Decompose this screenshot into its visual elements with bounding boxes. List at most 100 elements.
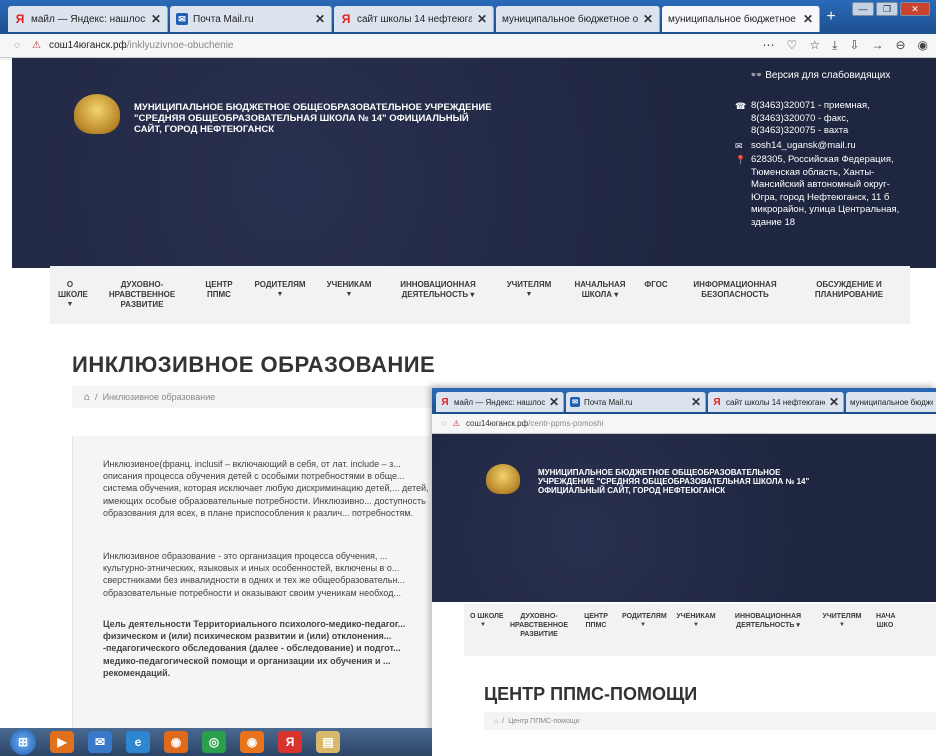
org-name[interactable]: МУНИЦИПАЛЬНОЕ БЮДЖЕТНОЕ ОБЩЕОБРАЗОВАТЕЛЬ…	[134, 102, 494, 135]
site-warning-icon[interactable]: ⚠	[32, 40, 41, 51]
paragraph-3: Цель деятельности Территориального психо…	[103, 619, 406, 678]
caret-down-icon: ▼	[839, 622, 845, 628]
download-icon[interactable]: ⤓	[832, 38, 837, 53]
shield-icon[interactable]: ◌	[14, 40, 26, 51]
chrome-icon[interactable]: ◎	[202, 731, 226, 753]
nav-item-spiritual[interactable]: ДУХОВНО-НРАВСТВЕННОЕ РАЗВИТИЕ	[90, 280, 194, 310]
nav-item-infosec[interactable]: ИНФОРМАЦИОННАЯ БЕЗОПАСНОСТЬ	[676, 280, 794, 300]
bookmark-star-icon[interactable]: ☆	[809, 38, 820, 53]
window2-main-nav: О ШКОЛЕ ▼ ДУХОВНО-НРАВСТВЕННОЕ РАЗВИТИЕ Ц…	[464, 604, 936, 656]
nav-item-about[interactable]: О ШКОЛЕ ▼	[50, 280, 90, 310]
w2-nav-primary[interactable]: НАЧА ШКО	[870, 612, 900, 656]
close-tab-icon[interactable]: ✕	[803, 12, 813, 26]
w2-nav-teachers[interactable]: УЧИТЕЛЯМ ▼	[814, 612, 870, 656]
taskbar: ⊞ ▶ ✉ e ◉ ◎ ◉ Я ▤	[0, 728, 432, 756]
media-player-icon[interactable]: ▶	[50, 731, 74, 753]
start-button[interactable]: ⊞	[10, 729, 36, 755]
w2-nav-about[interactable]: О ШКОЛЕ ▼	[464, 612, 504, 656]
nav-item-discussion[interactable]: ОБСУЖДЕНИЕ И ПЛАНИРОВАНИЕ	[794, 280, 904, 300]
caret-down-icon: ▼	[345, 291, 353, 298]
nav-item-innovation[interactable]: ИННОВАЦИОННАЯ ДЕЯТЕЛЬНОСТЬ ▾	[382, 280, 494, 300]
close-tab-icon[interactable]: ✕	[691, 395, 701, 409]
address-bar[interactable]: ◌ ⚠ сош14юганск.рф/inklyuzivnoe-obucheni…	[0, 34, 936, 58]
w2-nav-ppms[interactable]: ЦЕНТР ППМС	[576, 612, 616, 656]
site-warning-icon[interactable]: ⚠	[453, 419, 460, 428]
more-icon[interactable]: ⋯	[763, 38, 775, 53]
school-emblem-icon[interactable]	[74, 94, 120, 134]
close-tab-icon[interactable]: ✕	[549, 395, 559, 409]
w2-nav-parents[interactable]: РОДИТЕЛЯМ ▼	[616, 612, 670, 656]
mail-icon: ✉	[570, 397, 580, 407]
new-tab-button[interactable]: +	[822, 8, 840, 28]
close-tab-icon[interactable]: ✕	[315, 12, 325, 26]
address-pin-icon: 📍	[735, 155, 747, 165]
nav-item-ppms[interactable]: ЦЕНТР ППМС	[194, 280, 244, 300]
w2-tab-school-page[interactable]: муниципальное бюджетн	[846, 392, 936, 412]
caret-down-icon: ▼	[525, 291, 533, 298]
tab-mail[interactable]: ✉ Почта Mail.ru ✕	[170, 6, 332, 32]
w2-tab-yandex[interactable]: Ямайл — Яндекс: нашлось 29✕	[436, 392, 564, 412]
phones: 8(3463)320071 - приемная, 8(3463)320070 …	[751, 100, 870, 136]
pocket-icon[interactable]: ♡	[787, 38, 798, 53]
school-emblem-icon[interactable]	[486, 464, 520, 494]
caret-down-icon: ▼	[640, 622, 646, 628]
address: 628305, Российская Федерация, Тюменская …	[751, 154, 900, 228]
contacts-block: ☎ 8(3463)320071 - приемная, 8(3463)320070…	[735, 100, 915, 231]
w2-nav-students[interactable]: УЧЕНИКАМ ▼	[670, 612, 722, 656]
nav-item-parents[interactable]: РОДИТЕЛЯМ ▼	[244, 280, 316, 300]
firefox-icon-2[interactable]: ◉	[240, 731, 264, 753]
nav-item-teachers[interactable]: УЧИТЕЛЯМ ▼	[494, 280, 564, 300]
minimize-button[interactable]: —	[852, 2, 874, 16]
home-icon[interactable]: ⌂	[84, 392, 90, 403]
caret-down-icon: ▼	[480, 622, 486, 628]
low-vision-link[interactable]: 👓 Версия для слабовидящих	[750, 70, 890, 81]
shield-icon[interactable]: ◌	[442, 419, 447, 428]
w2-tab-school-search[interactable]: Ясайт школы 14 нефтеюганс ✕	[708, 392, 844, 412]
back-icon[interactable]: ⊖	[895, 38, 905, 53]
email-link[interactable]: sosh14_ugansk@mail.ru	[751, 140, 856, 153]
paragraph-1: Инклюзивное(франц. inclusif – включающий…	[103, 459, 429, 518]
window2-tab-bar: Ямайл — Яндекс: нашлось 29✕ ✉Почта Mail.…	[432, 388, 936, 414]
url-host: сош14юганск.рф	[48, 40, 127, 51]
firefox-icon[interactable]: ◉	[164, 731, 188, 753]
close-tab-icon[interactable]: ✕	[643, 12, 653, 26]
background-window-strip	[0, 60, 12, 730]
tab-school-search[interactable]: Я сайт школы 14 нефтеюганск ✕	[334, 6, 494, 32]
site-header: МУНИЦИПАЛЬНОЕ БЮДЖЕТНОЕ ОБЩЕОБРАЗОВАТЕЛЬ…	[12, 58, 936, 268]
nav-item-students[interactable]: УЧЕНИКАМ ▼	[316, 280, 382, 300]
email-icon: ✉	[735, 140, 743, 151]
yandex-download-icon[interactable]: ⇩	[849, 38, 859, 53]
home-icon[interactable]: ⌂	[494, 718, 498, 725]
window-close-button[interactable]: ✕	[900, 2, 930, 16]
glasses-icon: 👓	[750, 70, 766, 81]
account-icon[interactable]: ◉	[918, 38, 928, 53]
forward-icon[interactable]: →	[871, 38, 883, 53]
window2-address-bar[interactable]: ◌ ⚠ сош14юганск.рф/centr-ppms-pomoshi	[432, 414, 936, 434]
tab-school-page-active[interactable]: муниципальное бюджетное ✕	[662, 6, 820, 32]
w2-tab-mail[interactable]: ✉ Почта Mail.ru ✕	[566, 392, 706, 412]
close-tab-icon[interactable]: ✕	[477, 12, 487, 26]
url-path: /inklyuzivnoe-obuchenie	[126, 40, 234, 51]
w2-nav-spiritual[interactable]: ДУХОВНО-НРАВСТВЕННОЕ РАЗВИТИЕ	[502, 612, 576, 656]
breadcrumb: ⌂ / Инклюзивное образование	[72, 386, 432, 408]
yandex-browser-icon[interactable]: Я	[278, 731, 302, 753]
notepad-icon[interactable]: ▤	[316, 731, 340, 753]
nav-item-primary[interactable]: НАЧАЛЬНАЯ ШКОЛА ▾	[564, 280, 636, 300]
page-title: ИНКЛЮЗИВНОЕ ОБРАЗОВАНИЕ	[72, 352, 436, 377]
close-tab-icon[interactable]: ✕	[151, 12, 161, 26]
window2-breadcrumb: ⌂ / Центр ППМС-помощи	[484, 712, 936, 730]
maximize-button[interactable]: ❐	[876, 2, 898, 16]
close-tab-icon[interactable]: ✕	[829, 395, 839, 409]
mail-client-icon[interactable]: ✉	[88, 731, 112, 753]
w2-nav-innovation[interactable]: ИННОВАЦИОННАЯ ДЕЯТЕЛЬНОСТЬ ▾	[722, 612, 814, 656]
tab-yandex-search[interactable]: Я майл — Яндекс: нашлось 29 ✕	[8, 6, 168, 32]
phone-icon: ☎	[735, 101, 747, 111]
caret-down-icon: ▼	[693, 622, 699, 628]
yandex-icon: Я	[441, 396, 449, 408]
second-browser-window: Ямайл — Яндекс: нашлось 29✕ ✉Почта Mail.…	[432, 388, 936, 756]
tab-school-page-1[interactable]: муниципальное бюджетное общ ✕	[496, 6, 660, 32]
window2-org-name[interactable]: МУНИЦИПАЛЬНОЕ БЮДЖЕТНОЕ ОБЩЕОБРАЗОВАТЕЛЬ…	[538, 468, 838, 495]
nav-item-fgos[interactable]: ФГОС	[636, 280, 676, 290]
internet-explorer-icon[interactable]: e	[126, 731, 150, 753]
caret-down-icon: ▼	[276, 291, 284, 298]
